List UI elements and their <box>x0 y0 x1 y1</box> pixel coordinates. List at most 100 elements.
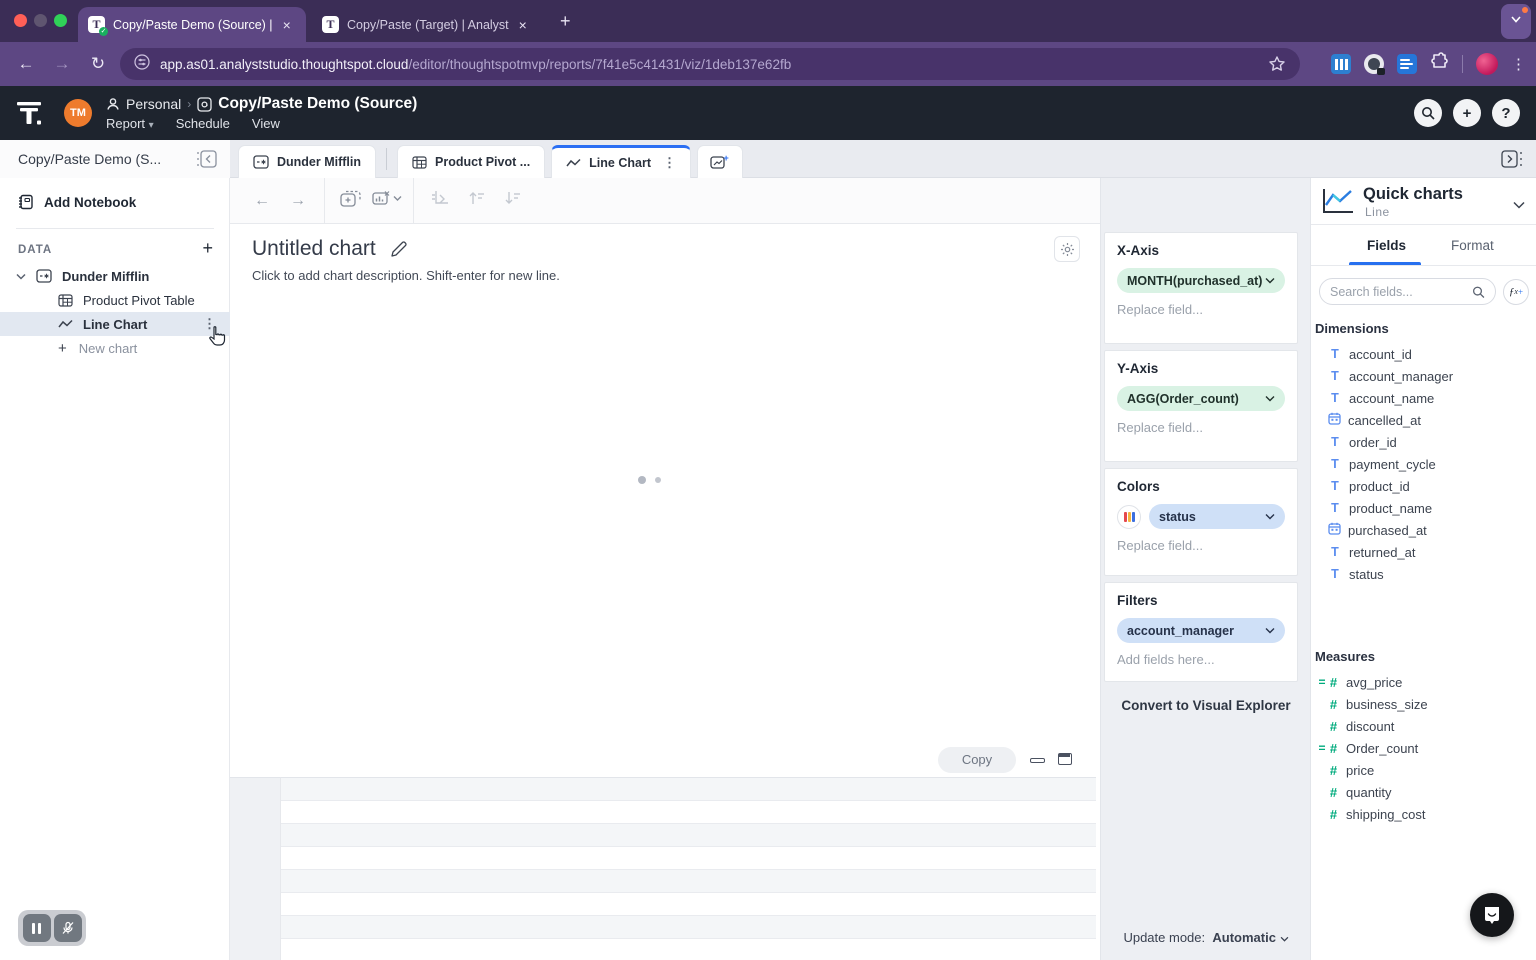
extension-grid-icon[interactable] <box>1331 54 1351 74</box>
replace-field-placeholder[interactable]: Replace field... <box>1117 420 1285 435</box>
measure-item[interactable]: # business_size <box>1311 693 1536 715</box>
dimension-item[interactable]: T payment_cycle <box>1311 453 1536 475</box>
chevron-down-icon[interactable] <box>1513 196 1525 214</box>
sidebar-item-product-pivot-table[interactable]: Product Pivot Table <box>0 288 230 312</box>
window-close-button[interactable] <box>14 14 27 27</box>
tab-dunder-mifflin[interactable]: Dunder Mifflin <box>238 145 376 178</box>
y-axis-field-pill[interactable]: AGG(Order_count) <box>1117 386 1285 411</box>
browser-forward-button[interactable]: → <box>44 54 80 74</box>
window-zoom-button[interactable] <box>54 14 67 27</box>
remove-chart-button[interactable] <box>369 190 405 211</box>
add-button[interactable]: + <box>1453 99 1481 127</box>
filters-field-pill[interactable]: account_manager <box>1117 618 1285 643</box>
tab-close-icon[interactable]: × <box>283 18 291 32</box>
undo-button[interactable]: ← <box>244 192 280 210</box>
search-fields-input[interactable] <box>1319 278 1496 305</box>
convert-to-visual-explorer-button[interactable]: Convert to Visual Explorer <box>1101 698 1311 713</box>
sidebar-new-chart-button[interactable]: + New chart <box>0 336 230 360</box>
add-data-button[interactable]: + <box>202 238 213 259</box>
tab-fields[interactable]: Fields <box>1367 238 1406 253</box>
add-notebook-button[interactable]: Add Notebook <box>0 190 230 214</box>
dimension-item[interactable]: T order_id <box>1311 431 1536 453</box>
browser-reload-button[interactable]: ↻ <box>80 54 116 74</box>
tab-line-chart[interactable]: Line Chart ⋮ <box>551 145 691 178</box>
browser-tab-target[interactable]: Copy/Paste (Target) | Analyst × <box>312 7 546 42</box>
sidebar-item-line-chart[interactable]: Line Chart ⋮ <box>0 312 230 336</box>
update-mode-control[interactable]: Update mode: Automatic <box>1101 930 1311 945</box>
maximize-panel-icon[interactable] <box>1058 753 1072 765</box>
bookmark-star-icon[interactable] <box>1268 55 1286 78</box>
browser-tab-source[interactable]: ✓ Copy/Paste Demo (Source) | × <box>78 7 306 42</box>
app-logo-icon[interactable] <box>15 99 45 132</box>
dimension-item[interactable]: T account_name <box>1311 387 1536 409</box>
sort-ascending-button[interactable] <box>458 190 494 211</box>
chart-settings-button[interactable] <box>1054 236 1080 262</box>
minimize-panel-icon[interactable] <box>1030 758 1045 763</box>
color-palette-icon[interactable] <box>1117 505 1141 529</box>
chart-description-placeholder[interactable]: Click to add chart description. Shift-en… <box>252 268 560 283</box>
extension-list-icon[interactable] <box>1397 54 1417 74</box>
swap-axes-button[interactable] <box>422 190 458 212</box>
dimension-item[interactable]: T product_name <box>1311 497 1536 519</box>
colors-field-pill[interactable]: status <box>1149 504 1285 529</box>
search-input[interactable] <box>1330 285 1472 299</box>
menu-report[interactable]: Report ▾ <box>106 116 154 131</box>
tab-menu-icon[interactable]: ⋮ <box>663 155 676 171</box>
search-button[interactable] <box>1414 99 1442 127</box>
tab-product-pivot[interactable]: Product Pivot ... <box>397 145 545 178</box>
extension-password-icon[interactable] <box>1364 54 1384 74</box>
sidebar-item-dunder-mifflin[interactable]: Dunder Mifflin <box>0 264 230 288</box>
replace-field-placeholder[interactable]: Replace field... <box>1117 302 1285 317</box>
new-tab-button[interactable]: + <box>560 12 571 30</box>
dimension-item[interactable]: T account_id <box>1311 343 1536 365</box>
quick-charts-header[interactable]: Quick charts Line <box>1311 178 1536 225</box>
chevron-down-icon[interactable] <box>16 273 26 280</box>
recording-controls[interactable] <box>18 910 86 946</box>
tab-close-icon[interactable]: × <box>519 18 527 32</box>
measure-item[interactable]: # price <box>1311 759 1536 781</box>
measure-item[interactable]: # shipping_cost <box>1311 803 1536 825</box>
sort-descending-button[interactable] <box>494 190 530 211</box>
window-minimize-button[interactable] <box>34 14 47 27</box>
measure-item[interactable]: # discount <box>1311 715 1536 737</box>
browser-menu-icon[interactable]: ⋮ <box>1511 55 1526 73</box>
extensions-puzzle-icon[interactable] <box>1430 52 1449 76</box>
duplicate-chart-button[interactable] <box>333 190 369 212</box>
dimension-item[interactable]: T returned_at <box>1311 541 1536 563</box>
add-formula-button[interactable]: ƒx+ <box>1503 279 1529 305</box>
browser-profile-avatar[interactable] <box>1476 53 1498 75</box>
measure-item[interactable]: = # Order_count <box>1311 737 1536 759</box>
add-fields-placeholder[interactable]: Add fields here... <box>1117 652 1285 667</box>
chat-launcher-button[interactable] <box>1470 893 1514 937</box>
breadcrumb-personal[interactable]: Personal <box>126 96 181 112</box>
menu-view[interactable]: View <box>252 116 280 131</box>
tab-format[interactable]: Format <box>1451 238 1494 253</box>
dimension-item[interactable]: T status <box>1311 563 1536 585</box>
chart-title[interactable]: Untitled chart <box>252 237 407 261</box>
dimension-item[interactable]: T account_manager <box>1311 365 1536 387</box>
pause-button[interactable] <box>23 914 51 942</box>
chevron-down-icon[interactable] <box>1265 513 1275 520</box>
help-button[interactable]: ? <box>1492 99 1520 127</box>
site-info-icon[interactable] <box>134 54 150 75</box>
new-chart-tab-button[interactable]: + <box>697 145 743 178</box>
user-avatar[interactable]: TM <box>64 99 92 127</box>
chevron-down-icon[interactable] <box>1265 627 1275 634</box>
collapse-sidebar-icon[interactable] <box>196 149 218 174</box>
browser-back-button[interactable]: ← <box>8 54 44 74</box>
report-title[interactable]: Copy/Paste Demo (Source) <box>218 95 417 113</box>
dimension-item[interactable]: T product_id <box>1311 475 1536 497</box>
x-axis-field-pill[interactable]: MONTH(purchased_at) <box>1117 268 1285 293</box>
mic-off-button[interactable] <box>54 914 82 942</box>
address-bar[interactable]: app.as01.analyststudio.thoughtspot.cloud… <box>120 48 1300 80</box>
redo-button[interactable]: → <box>280 192 316 210</box>
measure-item[interactable]: = # avg_price <box>1311 671 1536 693</box>
dimension-item[interactable]: cancelled_at <box>1311 409 1536 431</box>
measure-item[interactable]: # quantity <box>1311 781 1536 803</box>
menu-schedule[interactable]: Schedule <box>176 116 230 131</box>
copy-button[interactable]: Copy <box>938 747 1016 773</box>
dimension-item[interactable]: purchased_at <box>1311 519 1536 541</box>
replace-field-placeholder[interactable]: Replace field... <box>1117 538 1285 553</box>
chevron-down-icon[interactable] <box>1265 277 1275 284</box>
tab-search-button[interactable] <box>1501 4 1531 39</box>
